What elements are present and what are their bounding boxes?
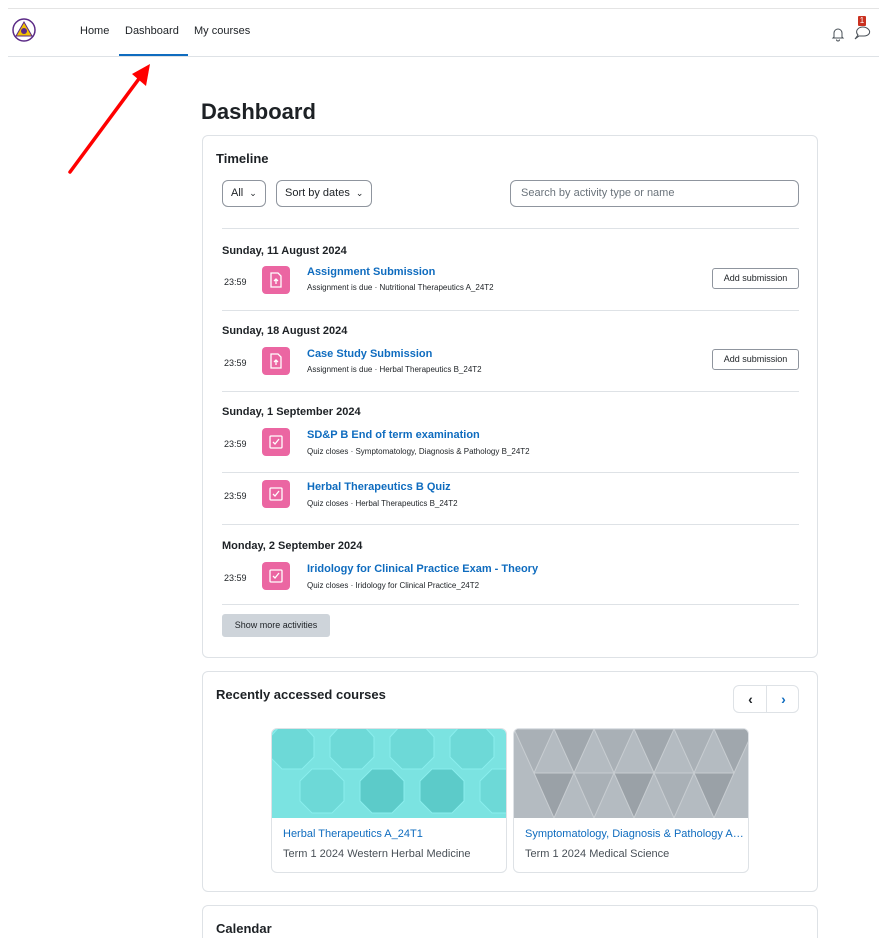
divider — [222, 310, 799, 311]
event-link[interactable]: SD&P B End of term examination — [307, 429, 480, 441]
annotation-arrow-icon — [68, 64, 150, 174]
event-link[interactable]: Assignment Submission — [307, 266, 435, 278]
chevron-down-icon: ⌄ — [249, 188, 257, 198]
event-link[interactable]: Herbal Therapeutics B Quiz — [307, 481, 451, 493]
courses-pager: ‹ › — [733, 685, 799, 713]
calendar-title: Calendar — [216, 921, 272, 936]
nav-my-courses[interactable]: My courses — [194, 25, 250, 37]
quiz-icon — [262, 480, 290, 508]
bell-icon[interactable] — [831, 26, 845, 42]
recent-courses-card: Recently accessed courses ‹ › Herbal The… — [202, 671, 818, 892]
chevron-right-icon: › — [781, 691, 786, 707]
event-time: 23:59 — [224, 277, 247, 287]
top-navbar: Home Dashboard My courses 1 — [8, 8, 879, 57]
add-submission-button[interactable]: Add submission — [712, 268, 799, 289]
course-name-link[interactable]: Symptomatology, Diagnosis & Pathology A_… — [525, 828, 745, 840]
course-image[interactable] — [272, 729, 507, 818]
event-time: 23:59 — [224, 439, 247, 449]
nav-dashboard[interactable]: Dashboard — [125, 25, 179, 37]
event-description: Assignment is due · Nutritional Therapeu… — [307, 283, 494, 292]
event-link[interactable]: Iridology for Clinical Practice Exam - T… — [307, 563, 538, 575]
site-logo-icon[interactable] — [12, 18, 36, 42]
calendar-card: Calendar — [202, 905, 818, 938]
divider — [222, 472, 799, 473]
chevron-left-icon: ‹ — [748, 691, 753, 707]
assignment-icon — [262, 347, 290, 375]
page-title: Dashboard — [201, 99, 316, 124]
add-submission-button[interactable]: Add submission — [712, 349, 799, 370]
timeline-title: Timeline — [216, 151, 269, 166]
course-image[interactable] — [514, 729, 749, 818]
event-description: Quiz closes · Iridology for Clinical Pra… — [307, 581, 480, 590]
timeline-search-input[interactable]: Search by activity type or name — [510, 180, 799, 207]
event-description: Quiz closes · Symptomatology, Diagnosis … — [307, 447, 530, 456]
event-time: 23:59 — [224, 358, 247, 368]
filter-dropdown[interactable]: All ⌄ — [222, 180, 266, 207]
course-name-link[interactable]: Herbal Therapeutics A_24T1 — [283, 828, 503, 840]
course-card[interactable]: Herbal Therapeutics A_24T1 Term 1 2024 W… — [271, 728, 507, 873]
event-description: Quiz closes · Herbal Therapeutics B_24T2 — [307, 499, 458, 508]
divider — [222, 228, 799, 229]
event-time: 23:59 — [224, 573, 247, 583]
active-tab-indicator — [119, 54, 188, 56]
date-heading: Sunday, 1 September 2024 — [222, 406, 361, 418]
chevron-down-icon: ⌄ — [355, 188, 364, 198]
recent-courses-title: Recently accessed courses — [216, 687, 386, 702]
event-link[interactable]: Case Study Submission — [307, 348, 432, 360]
date-heading: Sunday, 18 August 2024 — [222, 325, 348, 337]
divider — [222, 524, 799, 525]
timeline-card: Timeline All ⌄ Sort by dates ⌄ Search by… — [202, 135, 818, 658]
course-category: Term 1 2024 Western Herbal Medicine — [283, 848, 471, 860]
event-description: Assignment is due · Herbal Therapeutics … — [307, 365, 482, 374]
date-heading: Monday, 2 September 2024 — [222, 540, 363, 552]
course-category: Term 1 2024 Medical Science — [525, 848, 670, 860]
prev-page-button[interactable]: ‹ — [734, 686, 767, 712]
show-more-activities-button[interactable]: Show more activities — [222, 614, 330, 637]
quiz-icon — [262, 562, 290, 590]
assignment-icon — [262, 266, 290, 294]
course-card[interactable]: Symptomatology, Diagnosis & Pathology A_… — [513, 728, 749, 873]
event-time: 23:59 — [224, 491, 247, 501]
nav-home[interactable]: Home — [80, 25, 109, 37]
next-page-button[interactable]: › — [767, 686, 800, 712]
sort-dropdown[interactable]: Sort by dates ⌄ — [276, 180, 373, 207]
messages-count-badge: 1 — [858, 16, 866, 26]
divider — [222, 604, 799, 605]
quiz-icon — [262, 428, 290, 456]
divider — [222, 391, 799, 392]
date-heading: Sunday, 11 August 2024 — [222, 245, 347, 257]
